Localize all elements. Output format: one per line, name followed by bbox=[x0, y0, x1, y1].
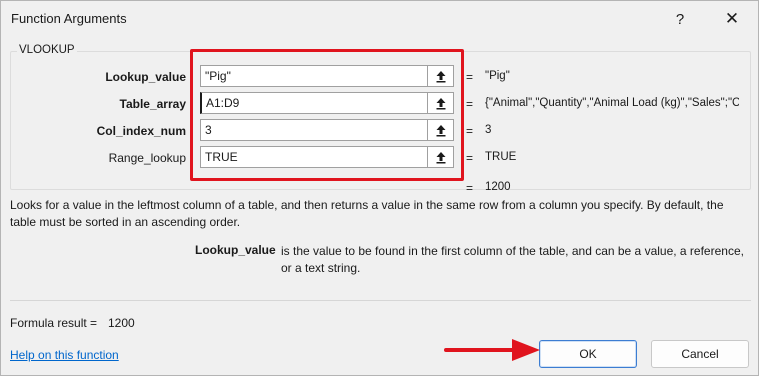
arg-label-lookup-value: Lookup_value bbox=[105, 70, 186, 84]
upload-arrow-icon bbox=[436, 124, 445, 136]
equals-sign: = bbox=[466, 97, 474, 111]
upload-arrow-icon bbox=[436, 151, 445, 163]
equals-sign: = bbox=[466, 151, 474, 165]
col-index-num-result: 3 bbox=[485, 124, 492, 136]
table-array-input[interactable]: A1:D9 bbox=[200, 92, 428, 114]
divider bbox=[10, 300, 751, 301]
range-lookup-collapse-button[interactable] bbox=[428, 146, 454, 168]
equals-sign: = bbox=[466, 124, 474, 138]
arg-label-range-lookup: Range_lookup bbox=[108, 151, 186, 165]
close-button[interactable]: ✕ bbox=[709, 1, 755, 37]
function-description: Looks for a value in the leftmost column… bbox=[10, 198, 724, 229]
upload-arrow-icon bbox=[436, 70, 445, 82]
arg-label-table-array: Table_array bbox=[119, 97, 187, 111]
arg-label-col-index-num: Col_index_num bbox=[96, 124, 186, 138]
lookup-value-input[interactable]: "Pig" bbox=[200, 65, 428, 87]
ok-button[interactable]: OK bbox=[539, 340, 637, 368]
function-arguments-dialog: Function Arguments ? ✕ VLOOKUP Lookup_va… bbox=[0, 0, 759, 376]
upload-arrow-icon bbox=[436, 97, 445, 109]
help-icon: ? bbox=[675, 10, 685, 28]
help-on-function-link[interactable]: Help on this function bbox=[10, 348, 119, 362]
col-index-num-input[interactable]: 3 bbox=[200, 119, 428, 141]
lookup-value-collapse-button[interactable] bbox=[428, 65, 454, 87]
equals-sign: = bbox=[466, 181, 474, 195]
title-bar: Function Arguments ? ✕ bbox=[1, 1, 758, 37]
range-lookup-result: TRUE bbox=[485, 151, 517, 163]
formula-result-label: Formula result = bbox=[10, 316, 98, 330]
table-array-collapse-button[interactable] bbox=[428, 92, 454, 114]
function-result: 1200 bbox=[485, 181, 511, 193]
equals-sign: = bbox=[466, 70, 474, 84]
function-name: VLOOKUP bbox=[17, 44, 77, 56]
lookup-value-result: "Pig" bbox=[485, 70, 510, 82]
cancel-button[interactable]: Cancel bbox=[651, 340, 749, 368]
current-argument-description: is the value to be found in the first co… bbox=[281, 244, 744, 275]
formula-result-value: 1200 bbox=[108, 316, 135, 330]
help-button[interactable]: ? bbox=[657, 1, 703, 37]
col-index-num-collapse-button[interactable] bbox=[428, 119, 454, 141]
red-arrow-icon bbox=[444, 339, 540, 361]
range-lookup-input[interactable]: TRUE bbox=[200, 146, 428, 168]
table-array-result: {"Animal","Quantity","Animal Load (kg)",… bbox=[485, 97, 739, 109]
dialog-title: Function Arguments bbox=[11, 11, 127, 26]
close-icon: ✕ bbox=[724, 9, 740, 28]
current-argument-name: Lookup_value bbox=[195, 243, 276, 257]
